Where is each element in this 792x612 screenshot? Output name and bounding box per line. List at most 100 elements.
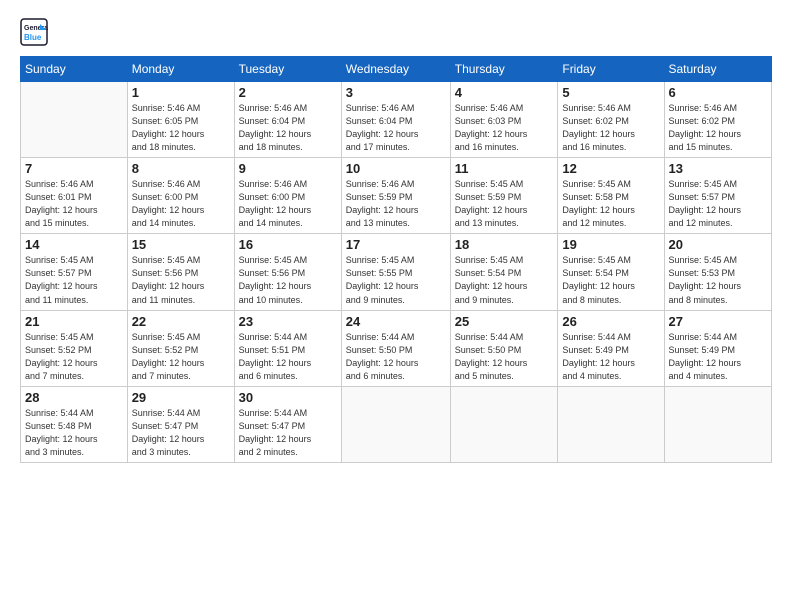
cell-day-number: 13 — [669, 161, 768, 176]
cell-info: Sunrise: 5:46 AM Sunset: 6:05 PM Dayligh… — [132, 102, 230, 154]
calendar-cell: 17 Sunrise: 5:45 AM Sunset: 5:55 PM Dayli… — [341, 234, 450, 310]
cell-info: Sunrise: 5:46 AM Sunset: 6:00 PM Dayligh… — [239, 178, 337, 230]
calendar-cell: 27Sunrise: 5:44 AM Sunset: 5:49 PM Dayli… — [664, 310, 772, 386]
cell-info: Sunrise: 5:45 AM Sunset: 5:52 PM Dayligh… — [25, 331, 123, 383]
svg-text:Blue: Blue — [24, 33, 42, 42]
calendar-cell: 6 Sunrise: 5:46 AM Sunset: 6:02 PM Daylig… — [664, 82, 772, 158]
calendar-cell: 29 Sunrise: 5:44 AM Sunset: 5:47 PM Dayli… — [127, 386, 234, 462]
calendar-cell: 26 Sunrise: 5:44 AM Sunset: 5:49 PM Dayli… — [558, 310, 664, 386]
calendar-cell: 2 Sunrise: 5:46 AM Sunset: 6:04 PM Daylig… — [234, 82, 341, 158]
cell-info: Sunrise: 5:45 AM Sunset: 5:56 PM Dayligh… — [239, 254, 337, 306]
cell-day-number: 23 — [239, 314, 337, 329]
cell-info: Sunrise: 5:45 AM Sunset: 5:54 PM Dayligh… — [455, 254, 554, 306]
cell-day-number: 6 — [669, 85, 768, 100]
calendar-cell: 16 Sunrise: 5:45 AM Sunset: 5:56 PM Dayli… — [234, 234, 341, 310]
header-monday: Monday — [127, 57, 234, 82]
cell-day-number: 11 — [455, 161, 554, 176]
cell-day-number: 2 — [239, 85, 337, 100]
header-tuesday: Tuesday — [234, 57, 341, 82]
cell-day-number: 7 — [25, 161, 123, 176]
week-row-3: 14 Sunrise: 5:45 AM Sunset: 5:57 PM Dayli… — [21, 234, 772, 310]
calendar-cell: 15 Sunrise: 5:45 AM Sunset: 5:56 PM Dayli… — [127, 234, 234, 310]
cell-day-number: 9 — [239, 161, 337, 176]
cell-day-number: 12 — [562, 161, 659, 176]
cell-day-number: 22 — [132, 314, 230, 329]
calendar-cell: 20 Sunrise: 5:45 AM Sunset: 5:53 PM Dayli… — [664, 234, 772, 310]
cell-info: Sunrise: 5:45 AM Sunset: 5:58 PM Dayligh… — [562, 178, 659, 230]
cell-info: Sunrise: 5:46 AM Sunset: 6:04 PM Dayligh… — [239, 102, 337, 154]
cell-info: Sunrise: 5:44 AM Sunset: 5:48 PM Dayligh… — [25, 407, 123, 459]
calendar-cell — [664, 386, 772, 462]
cell-info: Sunrise: 5:46 AM Sunset: 5:59 PM Dayligh… — [346, 178, 446, 230]
calendar-cell: 25 Sunrise: 5:44 AM Sunset: 5:50 PM Dayli… — [450, 310, 558, 386]
cell-info: Sunrise: 5:45 AM Sunset: 5:55 PM Dayligh… — [346, 254, 446, 306]
calendar-cell: 3Sunrise: 5:46 AM Sunset: 6:04 PM Daylig… — [341, 82, 450, 158]
cell-info: Sunrise: 5:44 AM Sunset: 5:50 PM Dayligh… — [346, 331, 446, 383]
cell-info: Sunrise: 5:45 AM Sunset: 5:54 PM Dayligh… — [562, 254, 659, 306]
calendar-cell — [341, 386, 450, 462]
cell-day-number: 15 — [132, 237, 230, 252]
cell-day-number: 17 — [346, 237, 446, 252]
calendar-cell: 13 Sunrise: 5:45 AM Sunset: 5:57 PM Dayli… — [664, 158, 772, 234]
calendar-cell: 12 Sunrise: 5:45 AM Sunset: 5:58 PM Dayli… — [558, 158, 664, 234]
cell-info: Sunrise: 5:46 AM Sunset: 6:03 PM Dayligh… — [455, 102, 554, 154]
cell-info: Sunrise: 5:44 AM Sunset: 5:50 PM Dayligh… — [455, 331, 554, 383]
cell-day-number: 30 — [239, 390, 337, 405]
calendar-cell: 23 Sunrise: 5:44 AM Sunset: 5:51 PM Dayli… — [234, 310, 341, 386]
calendar-cell: 30 Sunrise: 5:44 AM Sunset: 5:47 PM Dayli… — [234, 386, 341, 462]
cell-day-number: 10 — [346, 161, 446, 176]
calendar-cell: 14 Sunrise: 5:45 AM Sunset: 5:57 PM Dayli… — [21, 234, 128, 310]
cell-day-number: 14 — [25, 237, 123, 252]
calendar-cell: 11 Sunrise: 5:45 AM Sunset: 5:59 PM Dayli… — [450, 158, 558, 234]
calendar-cell: 1 Sunrise: 5:46 AM Sunset: 6:05 PM Daylig… — [127, 82, 234, 158]
cell-day-number: 8 — [132, 161, 230, 176]
cell-day-number: 19 — [562, 237, 659, 252]
calendar-cell: 19 Sunrise: 5:45 AM Sunset: 5:54 PM Dayli… — [558, 234, 664, 310]
calendar-cell: 22Sunrise: 5:45 AM Sunset: 5:52 PM Dayli… — [127, 310, 234, 386]
calendar-cell: 24Sunrise: 5:44 AM Sunset: 5:50 PM Dayli… — [341, 310, 450, 386]
cell-day-number: 29 — [132, 390, 230, 405]
logo: General Blue — [20, 18, 52, 46]
header-wednesday: Wednesday — [341, 57, 450, 82]
cell-info: Sunrise: 5:44 AM Sunset: 5:49 PM Dayligh… — [562, 331, 659, 383]
cell-day-number: 18 — [455, 237, 554, 252]
cell-info: Sunrise: 5:46 AM Sunset: 6:01 PM Dayligh… — [25, 178, 123, 230]
cell-info: Sunrise: 5:45 AM Sunset: 5:57 PM Dayligh… — [25, 254, 123, 306]
calendar-cell — [450, 386, 558, 462]
calendar-cell: 21Sunrise: 5:45 AM Sunset: 5:52 PM Dayli… — [21, 310, 128, 386]
cell-info: Sunrise: 5:46 AM Sunset: 6:02 PM Dayligh… — [669, 102, 768, 154]
cell-day-number: 26 — [562, 314, 659, 329]
cell-info: Sunrise: 5:46 AM Sunset: 6:02 PM Dayligh… — [562, 102, 659, 154]
calendar-cell: 4 Sunrise: 5:46 AM Sunset: 6:03 PM Daylig… — [450, 82, 558, 158]
calendar-cell: 10 Sunrise: 5:46 AM Sunset: 5:59 PM Dayli… — [341, 158, 450, 234]
cell-day-number: 4 — [455, 85, 554, 100]
header-sunday: Sunday — [21, 57, 128, 82]
calendar-cell: 8Sunrise: 5:46 AM Sunset: 6:00 PM Daylig… — [127, 158, 234, 234]
calendar-header-row: SundayMondayTuesdayWednesdayThursdayFrid… — [21, 57, 772, 82]
week-row-4: 21Sunrise: 5:45 AM Sunset: 5:52 PM Dayli… — [21, 310, 772, 386]
cell-info: Sunrise: 5:44 AM Sunset: 5:47 PM Dayligh… — [239, 407, 337, 459]
calendar-cell: 5 Sunrise: 5:46 AM Sunset: 6:02 PM Daylig… — [558, 82, 664, 158]
cell-info: Sunrise: 5:44 AM Sunset: 5:51 PM Dayligh… — [239, 331, 337, 383]
cell-info: Sunrise: 5:45 AM Sunset: 5:59 PM Dayligh… — [455, 178, 554, 230]
header-friday: Friday — [558, 57, 664, 82]
cell-day-number: 28 — [25, 390, 123, 405]
cell-day-number: 5 — [562, 85, 659, 100]
cell-info: Sunrise: 5:45 AM Sunset: 5:56 PM Dayligh… — [132, 254, 230, 306]
logo-icon: General Blue — [20, 18, 48, 46]
cell-day-number: 25 — [455, 314, 554, 329]
calendar-cell: 28 Sunrise: 5:44 AM Sunset: 5:48 PM Dayli… — [21, 386, 128, 462]
header-saturday: Saturday — [664, 57, 772, 82]
header-thursday: Thursday — [450, 57, 558, 82]
calendar-cell: 9 Sunrise: 5:46 AM Sunset: 6:00 PM Daylig… — [234, 158, 341, 234]
cell-day-number: 20 — [669, 237, 768, 252]
cell-info: Sunrise: 5:44 AM Sunset: 5:47 PM Dayligh… — [132, 407, 230, 459]
calendar-cell: 18 Sunrise: 5:45 AM Sunset: 5:54 PM Dayli… — [450, 234, 558, 310]
calendar-cell — [21, 82, 128, 158]
cell-info: Sunrise: 5:45 AM Sunset: 5:57 PM Dayligh… — [669, 178, 768, 230]
cell-day-number: 1 — [132, 85, 230, 100]
cell-info: Sunrise: 5:45 AM Sunset: 5:53 PM Dayligh… — [669, 254, 768, 306]
calendar: SundayMondayTuesdayWednesdayThursdayFrid… — [20, 56, 772, 463]
cell-day-number: 16 — [239, 237, 337, 252]
calendar-cell: 7 Sunrise: 5:46 AM Sunset: 6:01 PM Daylig… — [21, 158, 128, 234]
